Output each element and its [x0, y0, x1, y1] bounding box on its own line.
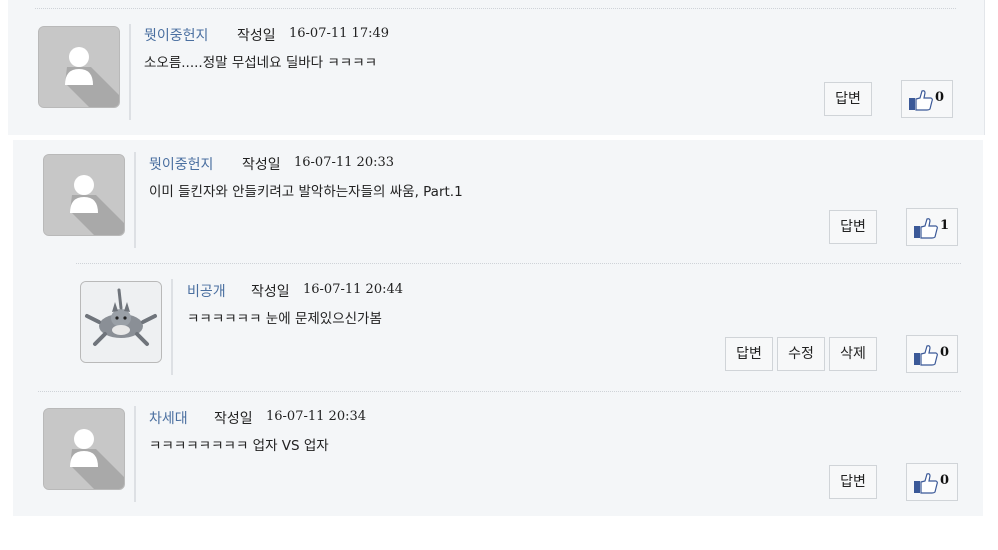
divider	[134, 406, 136, 502]
like-count: 0	[940, 345, 950, 360]
thumbs-up-icon	[913, 217, 939, 239]
reply-button[interactable]: 답변	[725, 337, 773, 371]
delete-button[interactable]: 삭제	[829, 337, 877, 371]
like-button[interactable]: 0	[906, 335, 958, 373]
comment-date: 16-07-11 17:49	[289, 26, 390, 41]
reply-button[interactable]: 답변	[829, 465, 877, 499]
avatar	[80, 281, 162, 363]
edit-button[interactable]: 수정	[777, 337, 825, 371]
like-count: 0	[935, 90, 945, 105]
default-user-icon	[44, 409, 124, 489]
avatar	[43, 408, 125, 490]
like-count: 0	[940, 473, 950, 488]
date-label: 작성일	[251, 284, 290, 300]
comment-text: 소오름.....정말 무섭네요 딜바다 ㅋㅋㅋㅋ	[144, 55, 378, 71]
thumbs-up-icon	[913, 344, 939, 366]
divider	[134, 152, 136, 248]
like-button[interactable]: 0	[906, 463, 958, 501]
comment-author[interactable]: 비공개	[187, 281, 226, 301]
default-user-icon	[39, 27, 119, 107]
divider	[171, 279, 173, 375]
date-label: 작성일	[214, 411, 253, 427]
default-user-icon	[44, 155, 124, 235]
thumbs-up-icon	[913, 472, 939, 494]
date-label: 작성일	[237, 28, 276, 44]
comment-author[interactable]: 뭣이중헌지	[144, 25, 208, 45]
avatar	[38, 26, 120, 108]
divider	[76, 263, 961, 264]
cat-photo	[81, 282, 161, 362]
thumbs-up-icon	[908, 89, 934, 111]
comment-date: 16-07-11 20:34	[266, 409, 367, 424]
like-button[interactable]: 0	[901, 80, 953, 118]
comment-text: 이미 들킨자와 안들키려고 발악하는자들의 싸움, Part.1	[149, 184, 463, 200]
like-count: 1	[940, 218, 950, 233]
divider	[129, 24, 131, 120]
comment-author[interactable]: 차세대	[149, 408, 188, 428]
date-label: 작성일	[242, 157, 281, 173]
reply-button[interactable]: 답변	[824, 82, 872, 116]
comment-author[interactable]: 뭣이중헌지	[149, 154, 213, 174]
divider	[35, 8, 956, 9]
comment-text: ㅋㅋㅋㅋㅋㅋ 눈에 문제있으신가봄	[187, 311, 382, 327]
comment-date: 16-07-11 20:44	[303, 282, 404, 297]
comment-text: ㅋㅋㅋㅋㅋㅋㅋㅋ 업자 VS 업자	[149, 438, 329, 454]
avatar	[43, 154, 125, 236]
reply-button[interactable]: 답변	[829, 210, 877, 244]
like-button[interactable]: 1	[906, 208, 958, 246]
comment-date: 16-07-11 20:33	[294, 155, 395, 170]
divider	[38, 391, 961, 392]
